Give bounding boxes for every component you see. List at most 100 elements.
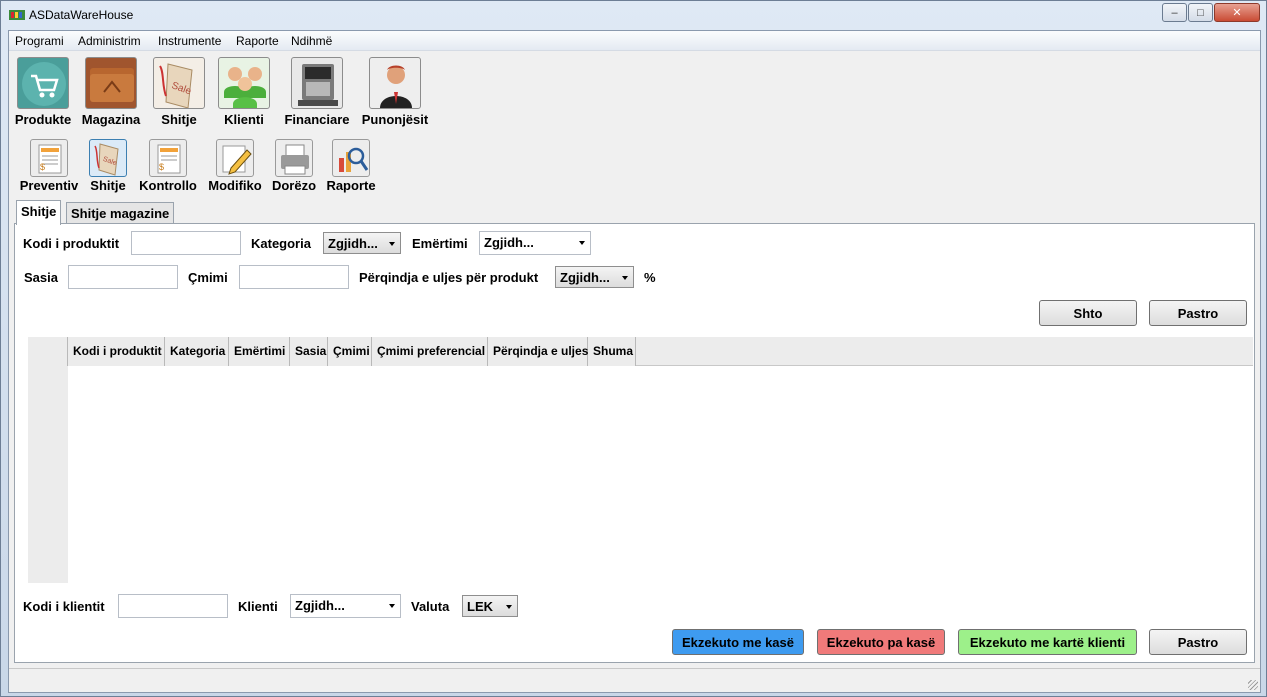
toolbar-financiare[interactable]: Financiare — [281, 57, 353, 127]
tab-shitje[interactable]: Shitje — [16, 200, 62, 225]
subtool-preventiv-label: Preventiv — [19, 178, 79, 193]
grid-col-category[interactable]: Kategoria — [165, 337, 229, 366]
toolbar-produkte-label: Produkte — [14, 112, 72, 127]
toolbar-punonjesit-label: Punonjësit — [361, 112, 429, 127]
close-button[interactable]: ✕ — [1214, 3, 1260, 22]
subtool-raporte-label: Raporte — [326, 178, 376, 193]
name-value: Zgjidh... — [484, 235, 534, 250]
client-code-label: Kodi i klientit — [23, 599, 105, 614]
toolbar-financiare-label: Financiare — [284, 112, 350, 127]
percent-sign: % — [644, 270, 656, 285]
grid-corner — [28, 337, 68, 366]
window-title: ASDataWareHouse — [29, 8, 134, 22]
client-select[interactable]: Zgjidh... — [290, 594, 401, 618]
grid-header: Kodi i produktit Kategoria Emërtimi Sasi… — [28, 337, 1253, 366]
app-window: ASDataWareHouse – □ ✕ Programi Administr… — [0, 0, 1267, 697]
menu-instrumente[interactable]: Instrumente — [158, 34, 221, 48]
subtool-kontrollo[interactable]: $ Kontrollo — [137, 139, 199, 193]
execute-with-client-card-button[interactable]: Ekzekuto me kartë klienti — [958, 629, 1137, 655]
execute-with-client-card-label: Ekzekuto me kartë klienti — [969, 634, 1126, 650]
subtool-dorezo[interactable]: Dorëzo — [270, 139, 318, 193]
grid-col-preferential-price[interactable]: Çmimi preferencial — [372, 337, 488, 366]
svg-text:$: $ — [40, 162, 45, 172]
shopping-cart-icon — [17, 57, 69, 109]
subtool-shitje[interactable]: Sale Shitje — [87, 139, 129, 193]
add-button[interactable]: Shto — [1039, 300, 1137, 326]
grid-col-discount[interactable]: Përqindja e uljes — [488, 337, 588, 366]
execute-with-cash-label: Ekzekuto me kasë — [681, 634, 794, 650]
tab-shitje-magazine-label: Shitje magazine — [71, 206, 170, 221]
title-bar[interactable]: ASDataWareHouse – □ ✕ — [1, 1, 1266, 29]
clear-form-button-label: Pastro — [1177, 305, 1219, 321]
subtool-preventiv[interactable]: $ Preventiv — [18, 139, 80, 193]
cash-register-icon — [291, 57, 343, 109]
maximize-icon: □ — [1197, 6, 1204, 19]
printer-icon — [275, 139, 313, 177]
price-input[interactable] — [239, 265, 349, 289]
clear-all-button-label: Pastro — [1177, 634, 1219, 650]
client-label: Klienti — [238, 599, 278, 614]
menu-raporte[interactable]: Raporte — [236, 34, 279, 48]
quantity-input[interactable] — [68, 265, 178, 289]
toolbar-magazina-label: Magazina — [81, 112, 141, 127]
grid-col-name[interactable]: Emërtimi — [229, 337, 290, 366]
menu-ndihme[interactable]: Ndihmë — [291, 34, 332, 48]
grid-col-total[interactable]: Shuma — [588, 337, 636, 366]
employee-icon — [369, 57, 421, 109]
add-button-label: Shto — [1073, 305, 1103, 321]
client-code-input[interactable] — [118, 594, 228, 618]
customers-icon — [218, 57, 270, 109]
client-value: Zgjidh... — [295, 598, 345, 613]
quantity-label: Sasia — [24, 270, 58, 285]
grid-row-header — [28, 366, 68, 583]
toolbar-punonjesit[interactable]: Punonjësit — [360, 57, 430, 127]
discount-select[interactable]: Zgjidh... — [555, 266, 634, 288]
sales-grid[interactable]: Kodi i produktit Kategoria Emërtimi Sasi… — [28, 337, 1253, 583]
tab-shitje-magazine[interactable]: Shitje magazine — [66, 202, 175, 224]
discount-value: Zgjidh... — [560, 270, 610, 285]
subtool-modifiko[interactable]: Modifiko — [205, 139, 265, 193]
currency-select[interactable]: LEK — [462, 595, 518, 617]
currency-value: LEK — [467, 599, 493, 614]
pencil-edit-icon — [216, 139, 254, 177]
sale-tag-icon: Sale — [89, 139, 127, 177]
product-code-label: Kodi i produktit — [23, 236, 120, 251]
status-bar — [9, 668, 1260, 692]
execute-without-cash-button[interactable]: Ekzekuto pa kasë — [817, 629, 945, 655]
category-select[interactable]: Zgjidh... — [323, 232, 401, 254]
app-logo-icon — [9, 10, 25, 20]
svg-text:$: $ — [159, 162, 164, 172]
grid-col-product-code[interactable]: Kodi i produktit — [68, 337, 165, 366]
tab-shitje-label: Shitje — [21, 204, 57, 219]
chevron-down-icon — [506, 605, 512, 609]
subtool-raporte[interactable]: Raporte — [325, 139, 377, 193]
execute-with-cash-button[interactable]: Ekzekuto me kasë — [672, 629, 804, 655]
main-client-area: Programi Administrim Instrumente Raporte… — [8, 30, 1261, 693]
currency-label: Valuta — [411, 599, 450, 614]
warehouse-folder-icon — [85, 57, 137, 109]
toolbar-shitje-label: Shitje — [161, 112, 197, 127]
category-label: Kategoria — [251, 236, 311, 251]
sales-tab-panel: Kodi i produktit Kategoria Zgjidh... Emë… — [14, 223, 1255, 663]
sale-tag-icon: Sale — [153, 57, 205, 109]
execute-without-cash-label: Ekzekuto pa kasë — [826, 634, 936, 650]
product-code-input[interactable] — [131, 231, 241, 255]
clear-form-button[interactable]: Pastro — [1149, 300, 1247, 326]
clear-all-button[interactable]: Pastro — [1149, 629, 1247, 655]
subtool-modifiko-label: Modifiko — [208, 178, 262, 193]
toolbar-produkte[interactable]: Produkte — [13, 57, 73, 127]
grid-col-quantity[interactable]: Sasia — [290, 337, 328, 366]
toolbar-shitje[interactable]: Sale Shitje — [152, 57, 206, 127]
name-select[interactable]: Zgjidh... — [479, 231, 591, 255]
toolbar-magazina[interactable]: Magazina — [79, 57, 143, 127]
toolbar-klienti[interactable]: Klienti — [216, 57, 272, 127]
minimize-button[interactable]: – — [1162, 3, 1187, 22]
grid-col-price[interactable]: Çmimi — [328, 337, 372, 366]
menu-administrim[interactable]: Administrim — [78, 34, 141, 48]
invoice-icon: $ — [30, 139, 68, 177]
resize-grip-icon[interactable] — [1248, 680, 1258, 690]
maximize-button[interactable]: □ — [1188, 3, 1213, 22]
name-label: Emërtimi — [412, 236, 468, 251]
menu-programi[interactable]: Programi — [15, 34, 64, 48]
price-label: Çmimi — [188, 270, 228, 285]
